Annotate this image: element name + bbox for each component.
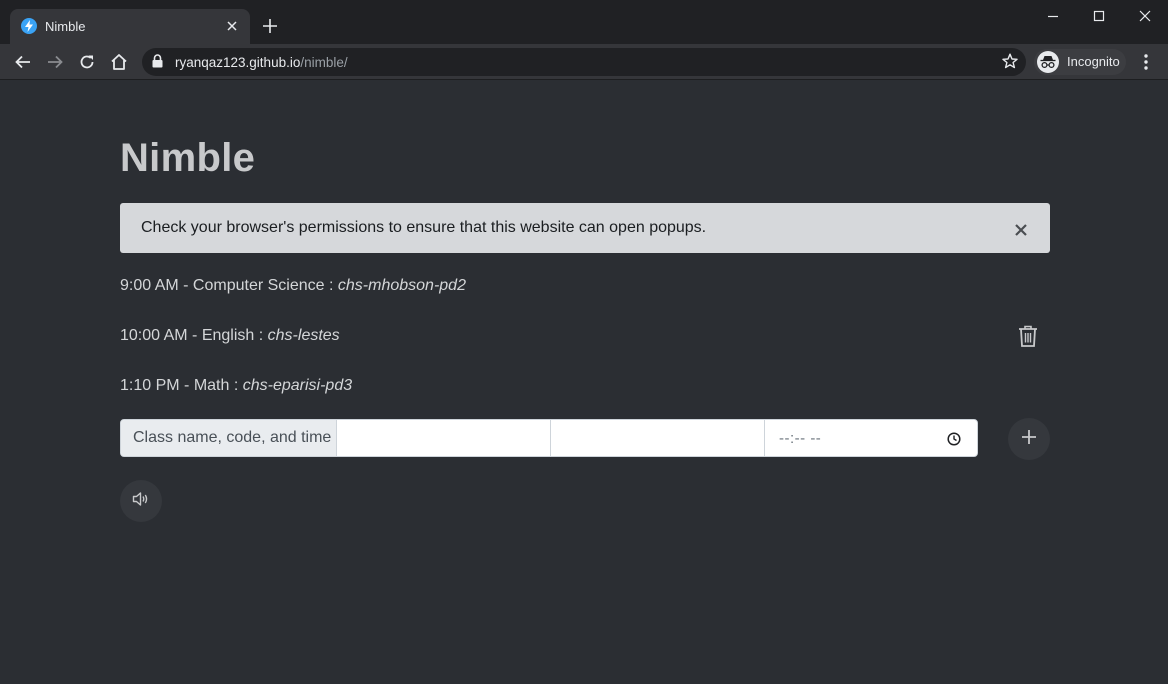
- url-host: ryanqaz123.github.io: [175, 55, 301, 70]
- time-placeholder: --:-- --: [779, 430, 822, 447]
- clock-icon[interactable]: [947, 432, 961, 451]
- forward-icon[interactable]: [43, 50, 67, 74]
- add-class-button[interactable]: [1008, 418, 1050, 460]
- incognito-badge[interactable]: Incognito: [1034, 49, 1126, 75]
- class-name: Computer Science: [192, 277, 325, 294]
- class-time: 9:00 AM: [120, 277, 179, 294]
- lightning-icon: [21, 18, 37, 34]
- tab-strip: Nimble: [0, 0, 1168, 44]
- class-item: 1:10 PM - Math : chs-eparisi-pd3: [120, 377, 353, 394]
- close-icon[interactable]: [1014, 223, 1028, 237]
- minimize-icon[interactable]: [1040, 4, 1066, 28]
- new-tab-plus-icon[interactable]: [261, 17, 279, 35]
- class-code-input[interactable]: [551, 420, 765, 456]
- browser-toolbar: ryanqaz123.github.io/nimble/ Incognito: [0, 44, 1168, 80]
- url-text: ryanqaz123.github.io/nimble/: [175, 55, 348, 70]
- class-time: 1:10 PM: [120, 377, 180, 394]
- lock-icon[interactable]: [152, 54, 163, 73]
- class-item: 10:00 AM - English : chs-lestes: [120, 327, 340, 344]
- tab-nimble[interactable]: Nimble: [10, 9, 250, 44]
- sound-toggle-button[interactable]: [120, 480, 162, 522]
- tab-title: Nimble: [45, 19, 86, 34]
- trash-icon[interactable]: [1018, 325, 1038, 347]
- home-icon[interactable]: [107, 50, 131, 74]
- plus-icon: [1021, 429, 1037, 450]
- class-name-input[interactable]: [337, 420, 551, 456]
- class-time-input[interactable]: --:-- --: [765, 420, 977, 456]
- star-icon[interactable]: [1002, 53, 1018, 74]
- popup-permission-alert: Check your browser's permissions to ensu…: [120, 203, 1050, 253]
- class-time: 10:00 AM: [120, 327, 188, 344]
- window-close-icon[interactable]: [1132, 4, 1158, 28]
- class-item: 9:00 AM - Computer Science : chs-mhobson…: [120, 277, 466, 294]
- address-bar[interactable]: ryanqaz123.github.io/nimble/: [142, 48, 1026, 76]
- add-class-form: Class name, code, and time --:-- --: [120, 419, 978, 457]
- class-code: chs-eparisi-pd3: [242, 377, 353, 394]
- class-code: chs-mhobson-pd2: [337, 277, 466, 294]
- alert-text: Check your browser's permissions to ensu…: [141, 219, 707, 236]
- url-path: /nimble/: [300, 55, 348, 70]
- incognito-label: Incognito: [1067, 54, 1120, 69]
- page-title: Nimble: [120, 136, 256, 180]
- maximize-icon[interactable]: [1086, 4, 1112, 28]
- class-name: Math: [193, 377, 230, 394]
- class-code: chs-lestes: [267, 327, 340, 344]
- reload-icon[interactable]: [75, 50, 99, 74]
- tab-close-icon[interactable]: [224, 18, 240, 34]
- form-label: Class name, code, and time: [121, 420, 337, 456]
- speaker-icon: [132, 491, 150, 512]
- incognito-icon: [1037, 51, 1059, 73]
- menu-icon[interactable]: [1138, 50, 1154, 74]
- class-name: English: [201, 327, 255, 344]
- back-icon[interactable]: [11, 50, 35, 74]
